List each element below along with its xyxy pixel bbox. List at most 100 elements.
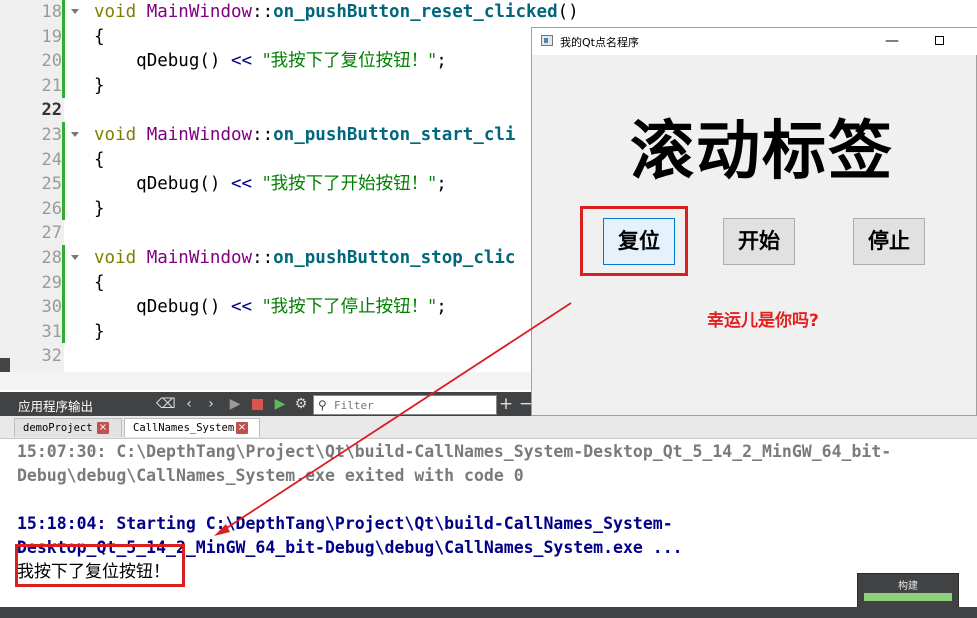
line-number: 32 [41, 346, 62, 367]
build-label: 构建 [898, 581, 918, 592]
brace-token: } [94, 198, 105, 219]
line-number: 28 [41, 248, 62, 268]
run-icon[interactable]: ▶ [226, 395, 244, 413]
previous-icon[interactable]: ‹ [180, 395, 198, 413]
function-token: on_pushButton_start_cli [273, 125, 516, 145]
brace-token: { [94, 26, 105, 47]
brace-token: { [94, 149, 105, 170]
line-number: 27 [41, 223, 62, 244]
line-number: 23 [41, 125, 62, 145]
operator-token: << [231, 174, 253, 195]
call-token: qDebug() [136, 51, 221, 72]
code-text: qDebug() << "我按下了开始按钮！"; [94, 172, 447, 196]
code-text: } [94, 74, 105, 98]
output-line: 15:18:04: Starting C:\DepthTang\Project\… [17, 514, 673, 533]
line-number: 29 [41, 272, 62, 293]
string-token: "我按下了复位按钮！" [262, 51, 437, 72]
close-icon[interactable]: × [236, 422, 248, 434]
maximize-button[interactable] [935, 36, 944, 45]
filter-input[interactable] [334, 396, 492, 414]
class-token: MainWindow [146, 125, 253, 145]
line-number: 20 [41, 51, 62, 72]
tab-label: demoProject [23, 422, 93, 434]
class-token: MainWindow [146, 2, 253, 22]
settings-gear-icon[interactable]: ⚙ [292, 395, 310, 413]
semicolon-token: ; [436, 297, 447, 318]
line-number: 21 [41, 75, 62, 96]
debug-run-icon[interactable]: ▶ [271, 395, 289, 413]
stop-icon[interactable] [248, 395, 266, 413]
minimize-button[interactable]: — [884, 33, 900, 49]
tab-callnames-system[interactable]: CallNames_System × [124, 418, 260, 437]
lucky-label: 幸运儿是你吗? [707, 311, 819, 331]
fold-arrow-icon[interactable] [71, 255, 79, 260]
scrolling-label: 滚动标签 [630, 115, 894, 189]
keyword-token: void [94, 248, 137, 268]
line-number: 19 [41, 26, 62, 47]
line-number: 22 [41, 100, 62, 121]
semicolon-token: ; [436, 51, 447, 72]
brace-token: } [94, 75, 105, 96]
call-token: qDebug() [136, 297, 221, 318]
output-filter-field[interactable]: ⚲ [313, 395, 497, 415]
function-token: on_pushButton_stop_clic [273, 248, 516, 268]
line-number: 30 [41, 297, 62, 318]
call-token: qDebug() [136, 174, 221, 195]
line-number: 31 [41, 321, 62, 342]
start-button[interactable]: 开始 [723, 218, 795, 265]
output-pane-title: 应用程序输出 [18, 399, 94, 414]
code-line[interactable]: 18 void MainWindow::on_pushButton_reset_c… [0, 0, 977, 24]
semicolon-token: ; [436, 174, 447, 195]
window-titlebar[interactable]: 我的Qt点名程序 — [532, 28, 977, 55]
operator-token: << [231, 297, 253, 318]
fold-arrow-icon[interactable] [71, 9, 79, 14]
clear-output-icon[interactable]: ⌫ [156, 395, 176, 413]
build-progress-panel[interactable]: 构建 [857, 573, 959, 609]
code-text: void MainWindow::on_pushButton_start_cli [94, 123, 515, 147]
code-text: { [94, 25, 105, 49]
line-number: 24 [41, 149, 62, 170]
code-text: } [94, 320, 105, 344]
string-token: "我按下了开始按钮！" [262, 174, 437, 195]
output-line: Debug\debug\CallNames_System.exe exited … [17, 466, 524, 485]
function-token: on_pushButton_reset_clicked [273, 2, 558, 22]
next-icon[interactable]: › [202, 395, 220, 413]
line-number: 25 [41, 174, 62, 195]
code-text: { [94, 271, 105, 295]
keyword-token: void [94, 2, 137, 22]
highlight-box-output-line [15, 544, 185, 587]
bottom-status-bar [0, 607, 977, 618]
brace-token: { [94, 272, 105, 293]
stop-button[interactable]: 停止 [853, 218, 925, 265]
window-title: 我的Qt点名程序 [560, 36, 639, 49]
search-icon: ⚲ [318, 398, 327, 412]
editor-side-marker [0, 358, 10, 372]
zoom-in-icon[interactable]: + [497, 395, 515, 413]
line-number: 26 [41, 198, 62, 219]
code-text: { [94, 148, 105, 172]
operator-token: << [231, 51, 253, 72]
line-number: 18 [41, 2, 62, 22]
code-text: qDebug() << "我按下了停止按钮！"; [94, 295, 447, 319]
scope-token: :: [252, 125, 274, 145]
close-icon[interactable]: × [97, 422, 109, 434]
fold-arrow-icon[interactable] [71, 132, 79, 137]
paren-token: () [557, 2, 579, 22]
output-tabs: demoProject × CallNames_System × [0, 416, 977, 439]
tab-demoproject[interactable]: demoProject × [14, 418, 122, 437]
code-text: } [94, 197, 105, 221]
highlight-box-reset-button [580, 206, 688, 276]
scope-token: :: [252, 2, 274, 22]
code-text: void MainWindow::on_pushButton_reset_cli… [94, 0, 579, 24]
